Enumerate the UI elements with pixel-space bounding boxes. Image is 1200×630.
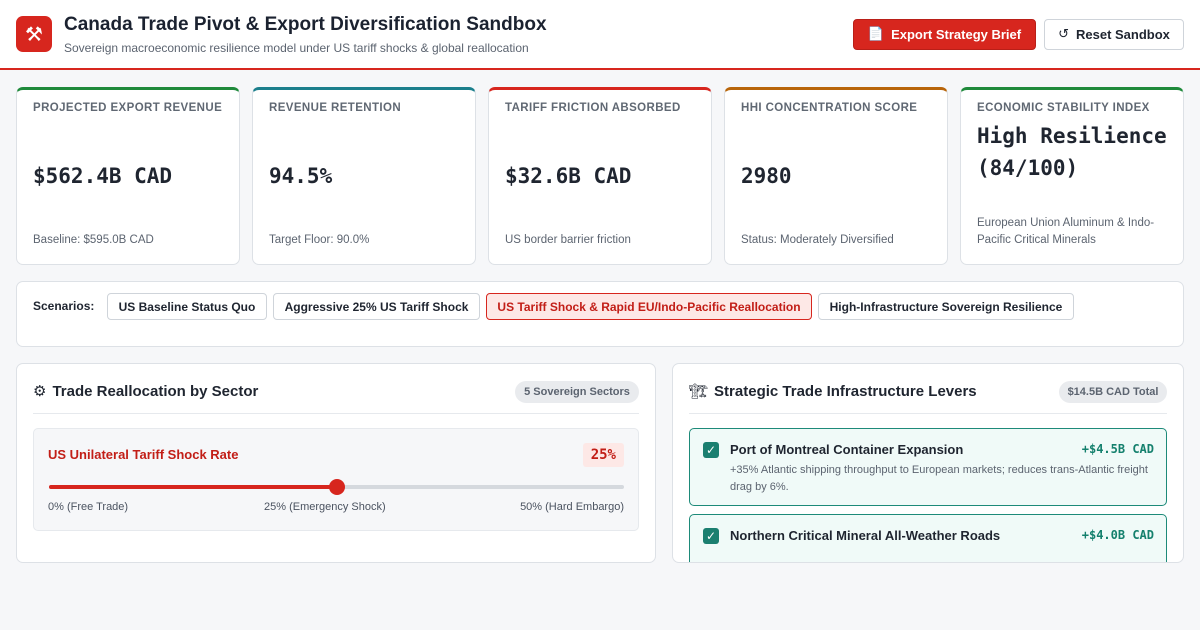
kpi-label: PROJECTED EXPORT REVENUE — [33, 102, 223, 114]
scenario-chip-tariff-shock[interactable]: Aggressive 25% US Tariff Shock — [273, 293, 480, 320]
kpi-label: TARIFF FRICTION ABSORBED — [505, 102, 681, 114]
infrastructure-levers-panel: 🏗 Strategic Trade Infrastructure Levers … — [672, 363, 1184, 563]
hammer-pick-logo-icon: ⚒ — [16, 16, 52, 52]
lever-cost: +$4.5B CAD — [1081, 442, 1154, 456]
reset-sandbox-button[interactable]: ↺ Reset Sandbox — [1044, 19, 1184, 50]
panel-title-text: Strategic Trade Infrastructure Levers — [714, 382, 977, 400]
lever-cost: +$4.0B CAD — [1081, 528, 1154, 542]
kpi-value: 94.5% — [269, 164, 333, 188]
scenario-selector: Scenarios: US Baseline Status Quo Aggres… — [16, 281, 1184, 347]
kpi-note: US border barrier friction — [505, 234, 631, 246]
kpi-value: High Resilience (84/100) — [977, 124, 1167, 180]
slider-tick-mid: 25% (Emergency Shock) — [264, 501, 386, 513]
gear-icon: ⚙ — [33, 382, 47, 400]
kpi-note: Status: Moderately Diversified — [741, 234, 894, 246]
tariff-rate-slider-thumb[interactable] — [328, 479, 345, 495]
divider — [33, 413, 639, 414]
tariff-rate-value: 25% — [582, 443, 624, 467]
levers-total-badge: $14.5B CAD Total — [1059, 381, 1167, 403]
export-button-label: Export Strategy Brief — [891, 27, 1022, 42]
reset-button-label: Reset Sandbox — [1075, 27, 1170, 42]
kpi-card-revenue-retention: REVENUE RETENTION 94.5% Target Floor: 90… — [252, 87, 476, 265]
kpi-label: HHI CONCENTRATION SCORE — [741, 102, 918, 114]
sector-count-badge: 5 Sovereign Sectors — [515, 381, 639, 403]
lever-name: Northern Critical Mineral All-Weather Ro… — [730, 528, 1001, 543]
slider-tick-max: 50% (Hard Embargo) — [520, 501, 624, 513]
kpi-card-hhi-score: HHI CONCENTRATION SCORE 2980 Status: Mod… — [724, 87, 948, 265]
scenario-chip-sovereign-resilience[interactable]: High-Infrastructure Sovereign Resilience — [818, 293, 1074, 320]
scenario-chip-reallocation[interactable]: US Tariff Shock & Rapid EU/Indo-Pacific … — [486, 293, 812, 320]
kpi-card-export-revenue: PROJECTED EXPORT REVENUE $562.4B CAD Bas… — [16, 87, 240, 265]
kpi-card-tariff-friction: TARIFF FRICTION ABSORBED $32.6B CAD US b… — [488, 87, 712, 265]
scenarios-label: Scenarios: — [33, 299, 95, 313]
lever-description: +35% Atlantic shipping throughput to Eur… — [730, 464, 1148, 493]
lever-port-of-montreal[interactable]: ✓ Port of Montreal Container Expansion +… — [689, 428, 1167, 506]
kpi-value: $32.6B CAD — [505, 164, 632, 188]
reset-icon: ↺ — [1058, 27, 1069, 42]
document-icon: 📄 — [867, 27, 885, 42]
tariff-rate-slider-fill — [49, 485, 337, 489]
checkbox-checked-icon[interactable]: ✓ — [703, 528, 719, 544]
kpi-value: 2980 — [741, 164, 792, 188]
slider-tick-min: 0% (Free Trade) — [48, 501, 129, 513]
tariff-rate-label: US Unilateral Tariff Shock Rate — [48, 447, 239, 462]
lever-name: Port of Montreal Container Expansion — [730, 442, 964, 457]
kpi-value: $562.4B CAD — [33, 164, 173, 188]
panel-title: ⚙ Trade Reallocation by Sector — [33, 382, 258, 400]
app-title: Canada Trade Pivot & Export Diversificat… — [64, 14, 547, 35]
app-header: ⚒ Canada Trade Pivot & Export Diversific… — [0, 0, 1200, 70]
kpi-label: REVENUE RETENTION — [269, 102, 402, 114]
app-subtitle: Sovereign macroeconomic resilience model… — [64, 41, 529, 55]
checkbox-checked-icon[interactable]: ✓ — [703, 442, 719, 458]
kpi-note: European Union Aluminum & Indo-Pacific C… — [977, 217, 1155, 246]
kpi-note: Baseline: $595.0B CAD — [33, 234, 154, 246]
lever-northern-roads[interactable]: ✓ Northern Critical Mineral All-Weather … — [689, 514, 1167, 562]
kpi-note: Target Floor: 90.0% — [269, 234, 370, 246]
panel-title-text: Trade Reallocation by Sector — [52, 382, 259, 400]
construction-icon: 🏗 — [689, 382, 709, 400]
trade-reallocation-panel: ⚙ Trade Reallocation by Sector 5 Soverei… — [16, 363, 656, 563]
kpi-card-stability-index: ECONOMIC STABILITY INDEX High Resilience… — [960, 87, 1184, 265]
panel-title: 🏗 Strategic Trade Infrastructure Levers — [689, 382, 977, 400]
export-strategy-brief-button[interactable]: 📄 Export Strategy Brief — [853, 19, 1036, 50]
scenario-chip-baseline[interactable]: US Baseline Status Quo — [107, 293, 267, 320]
tariff-rate-slider-track[interactable] — [49, 479, 624, 495]
kpi-label: ECONOMIC STABILITY INDEX — [977, 102, 1150, 114]
divider — [689, 413, 1167, 414]
tariff-rate-slider-box: US Unilateral Tariff Shock Rate 25% 0% (… — [33, 428, 639, 531]
